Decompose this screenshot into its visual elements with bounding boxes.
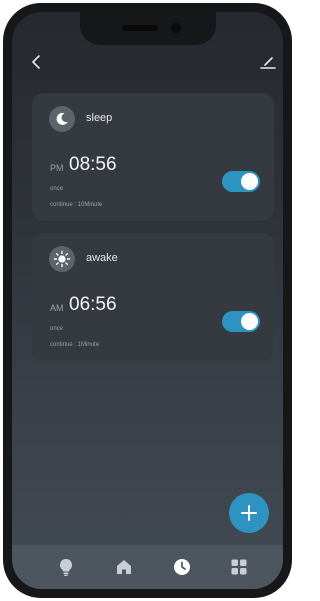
alarm-time: 06:56 (69, 294, 117, 315)
nav-devices[interactable] (229, 557, 249, 577)
sun-icon-badge (49, 246, 75, 272)
nav-clock[interactable] (172, 557, 192, 577)
toggle-knob (241, 313, 258, 330)
alarm-continue: continue : 1Minute (50, 342, 100, 348)
edit-pen-icon (260, 57, 276, 69)
alarm-card-sleep[interactable]: sleep PM 08:56 once continue : 10Minute (32, 93, 274, 221)
alarm-title: sleep (86, 112, 113, 124)
alarm-toggle-sleep[interactable] (222, 171, 260, 192)
speaker-grille (122, 25, 158, 31)
sun-icon (53, 250, 71, 268)
moon-icon-badge (49, 106, 75, 132)
alarm-continue: continue : 10Minute (50, 202, 103, 208)
moon-icon (56, 112, 68, 125)
clock-icon (174, 559, 190, 575)
back-button[interactable] (28, 53, 46, 71)
alarm-card-awake[interactable]: awake AM 06:56 once continue : 1Minute (32, 233, 274, 361)
edit-button[interactable] (259, 53, 277, 71)
alarm-period: PM (50, 163, 64, 173)
phone-notch (80, 12, 216, 45)
nav-lighting[interactable] (56, 557, 76, 577)
app-screen: sleep PM 08:56 once continue : 10Minute (12, 12, 283, 589)
front-camera (171, 23, 181, 33)
add-alarm-button[interactable] (229, 493, 269, 533)
nav-home[interactable] (114, 557, 134, 577)
alarm-title: awake (86, 252, 118, 264)
chevron-left-icon (32, 55, 40, 69)
grid-icon (231, 559, 247, 575)
alarm-toggle-awake[interactable] (222, 311, 260, 332)
alarm-period: AM (50, 303, 64, 313)
phone-frame: sleep PM 08:56 once continue : 10Minute (3, 3, 292, 598)
alarm-repeat: once (50, 186, 64, 192)
lightbulb-icon (60, 559, 72, 576)
alarm-repeat: once (50, 326, 64, 332)
alarm-time: 08:56 (69, 154, 117, 175)
plus-icon (241, 505, 257, 521)
toggle-knob (241, 173, 258, 190)
bottom-nav (12, 545, 283, 589)
home-icon (117, 560, 131, 574)
